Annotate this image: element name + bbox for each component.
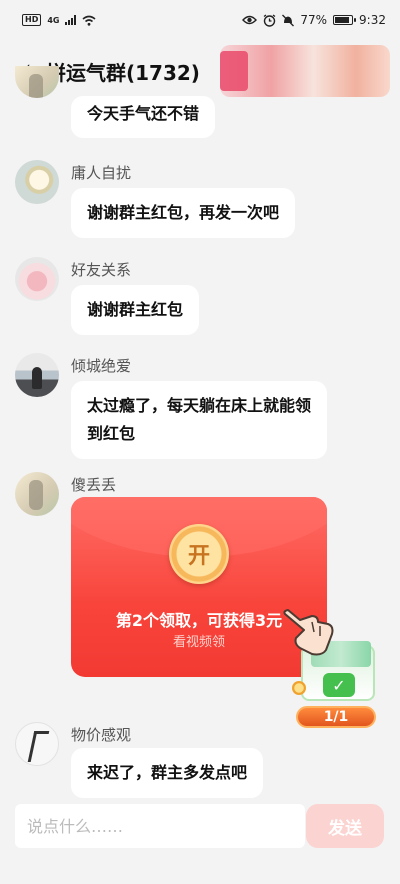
message-bubble: 太过瘾了，每天躺在床上就能领到红包 (71, 381, 327, 459)
coin-icon (292, 681, 306, 695)
send-button[interactable]: 发送 (306, 804, 384, 848)
avatar[interactable] (15, 353, 59, 397)
battery-fill (335, 17, 349, 23)
message-bubble: 来迟了，群主多发点吧 (71, 748, 264, 798)
sender-name: 庸人自扰 (71, 164, 132, 182)
avatar[interactable] (15, 257, 59, 301)
message-bubble: 谢谢群主红包，再发一次吧 (71, 188, 296, 238)
sender-name: 傻丢丢 (71, 476, 117, 494)
avatar[interactable] (15, 472, 59, 516)
avatar[interactable] (15, 160, 59, 204)
eye-icon (242, 15, 258, 25)
sender-name: 倾城绝爱 (71, 357, 132, 375)
page-title: 拼运气群(1732) (46, 60, 200, 85)
clock: 9:32 (359, 13, 386, 27)
mute-icon (282, 14, 295, 26)
status-left: HD 4G (22, 14, 96, 26)
input-bar: 发送 (0, 800, 400, 856)
avatar[interactable] (15, 722, 59, 766)
message-bubble: 谢谢群主红包 (71, 285, 200, 335)
open-label: 开 (187, 544, 210, 569)
message-bubble: 今天手气还不错 (71, 96, 216, 138)
sender-name: 好友关系 (71, 261, 132, 279)
open-button[interactable]: 开 (169, 524, 229, 584)
alarm-icon (263, 13, 276, 27)
reward-counter[interactable]: 1/1 (296, 706, 376, 728)
pointing-hand-icon (283, 609, 334, 656)
wifi-icon (82, 15, 96, 26)
ad-banner[interactable] (220, 45, 390, 97)
status-right: 77% 9:32 (242, 13, 386, 27)
battery-icon (333, 15, 357, 25)
check-icon: ✓ (323, 673, 355, 697)
message-input[interactable] (15, 804, 305, 848)
sender-name: 物价感观 (71, 726, 132, 744)
signal-icon (65, 15, 77, 25)
status-bar: HD 4G 77% 9:32 (0, 0, 400, 40)
hd-badge: HD (22, 14, 42, 26)
battery-percent: 77% (300, 13, 328, 27)
network-label: 4G (47, 15, 60, 25)
